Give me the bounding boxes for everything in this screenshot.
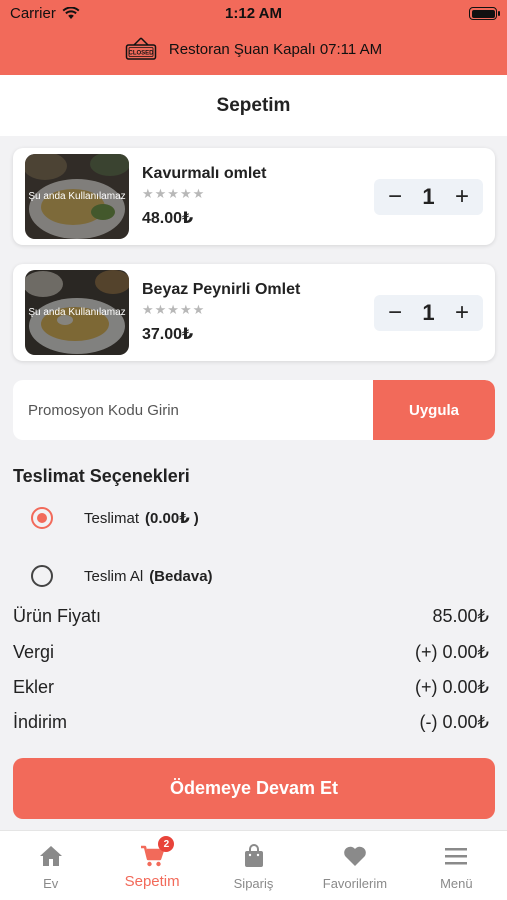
- bag-icon: [244, 844, 263, 867]
- item-price: 48.00₺: [142, 210, 194, 227]
- summary-label: İndirim: [13, 712, 68, 732]
- quantity-stepper: − 1 +: [374, 179, 483, 215]
- tab-label: Sipariş: [233, 876, 274, 891]
- delivery-option-price: (0.00₺ ): [145, 510, 199, 527]
- status-time: 1:12 AM: [225, 5, 282, 22]
- tab-label: Sepetim: [124, 873, 180, 890]
- summary-row-tax: Vergi (+) 0.00₺: [13, 642, 489, 663]
- summary-value: (+) 0.00₺: [415, 642, 489, 662]
- apply-promo-button[interactable]: Uygula: [373, 380, 495, 440]
- item-name: Beyaz Peynirli Omlet: [142, 281, 301, 298]
- tab-menu[interactable]: Menü: [406, 831, 507, 900]
- tab-home[interactable]: Ev: [0, 831, 101, 900]
- heart-icon: [344, 846, 366, 866]
- summary-value: 85.00₺: [432, 606, 490, 626]
- delivery-option[interactable]: Teslimat (0.00₺ ): [31, 507, 199, 529]
- closed-sign-icon: CLOSED: [125, 37, 157, 60]
- cart-item: Şu anda Kullanılamaz Kavurmalı omlet ★★★…: [13, 148, 495, 245]
- summary-label: Ürün Fiyatı: [13, 606, 102, 626]
- cart-count-badge: 2: [158, 836, 175, 852]
- closed-sign-text: CLOSED: [128, 50, 154, 56]
- tab-favorites[interactable]: Favorilerim: [304, 831, 405, 900]
- closed-banner-text: Restoran Şuan Kapalı 07:11 AM: [168, 40, 383, 58]
- page-title: Sepetim: [0, 75, 507, 136]
- menu-icon: [445, 848, 468, 865]
- battery-icon: [469, 7, 500, 20]
- unavailable-label: Şu anda Kullanılamaz: [25, 270, 129, 355]
- increase-quantity-button[interactable]: +: [455, 301, 469, 325]
- tab-cart[interactable]: 2 Sepetim: [101, 831, 202, 900]
- rating-stars: ★★★★★: [142, 186, 206, 201]
- tab-label: Favorilerim: [322, 876, 388, 891]
- proceed-to-payment-button[interactable]: Ödemeye Devam Et: [13, 758, 495, 819]
- increase-quantity-button[interactable]: +: [455, 185, 469, 209]
- quantity-value: 1: [422, 184, 435, 209]
- closed-banner: CLOSED Restoran Şuan Kapalı 07:11 AM: [0, 34, 507, 64]
- summary-value: (+) 0.00₺: [415, 677, 489, 697]
- pickup-option-label: Teslim Al: [84, 567, 144, 585]
- summary-label: Vergi: [13, 642, 55, 662]
- tab-label: Menü: [440, 876, 473, 891]
- status-bar: Carrier 1:12 AM: [0, 0, 507, 28]
- radio-selected[interactable]: [31, 507, 53, 529]
- delivery-option-label: Teslimat: [84, 509, 140, 527]
- tab-bar: Ev 2 Sepetim Sipariş Favorilerim Menü: [0, 830, 507, 900]
- decrease-quantity-button[interactable]: −: [388, 185, 402, 209]
- cart-item: Şu anda Kullanılamaz Beyaz Peynirli Omle…: [13, 264, 495, 361]
- promo-code-input[interactable]: [13, 380, 373, 440]
- item-name: Kavurmalı omlet: [142, 165, 267, 182]
- summary-row-subtotal: Ürün Fiyatı 85.00₺: [13, 606, 489, 627]
- decrease-quantity-button[interactable]: −: [388, 301, 402, 325]
- unavailable-label: Şu anda Kullanılamaz: [25, 154, 129, 239]
- item-image: Şu anda Kullanılamaz: [25, 270, 129, 355]
- home-icon: [39, 846, 62, 866]
- radio-unselected[interactable]: [31, 565, 53, 587]
- summary-value: (-) 0.00₺: [419, 712, 489, 732]
- summary-label: Ekler: [13, 677, 55, 697]
- tab-orders[interactable]: Sipariş: [203, 831, 304, 900]
- summary-row-discount: İndirim (-) 0.00₺: [13, 712, 489, 733]
- top-banner-area: Carrier 1:12 AM CLOSED Restoran Şuan Kap…: [0, 0, 507, 75]
- item-image: Şu anda Kullanılamaz: [25, 154, 129, 239]
- quantity-stepper: − 1 +: [374, 295, 483, 331]
- summary-row-extras: Ekler (+) 0.00₺: [13, 677, 489, 698]
- pickup-option[interactable]: Teslim Al (Bedava): [31, 565, 213, 587]
- promo-code-box: Uygula: [13, 380, 495, 440]
- delivery-options-title: Teslimat Seçenekleri: [13, 466, 190, 486]
- rating-stars: ★★★★★: [142, 302, 206, 317]
- item-price: 37.00₺: [142, 326, 194, 343]
- pickup-option-price: (Bedava): [149, 567, 213, 585]
- tab-label: Ev: [43, 876, 59, 891]
- quantity-value: 1: [422, 300, 435, 325]
